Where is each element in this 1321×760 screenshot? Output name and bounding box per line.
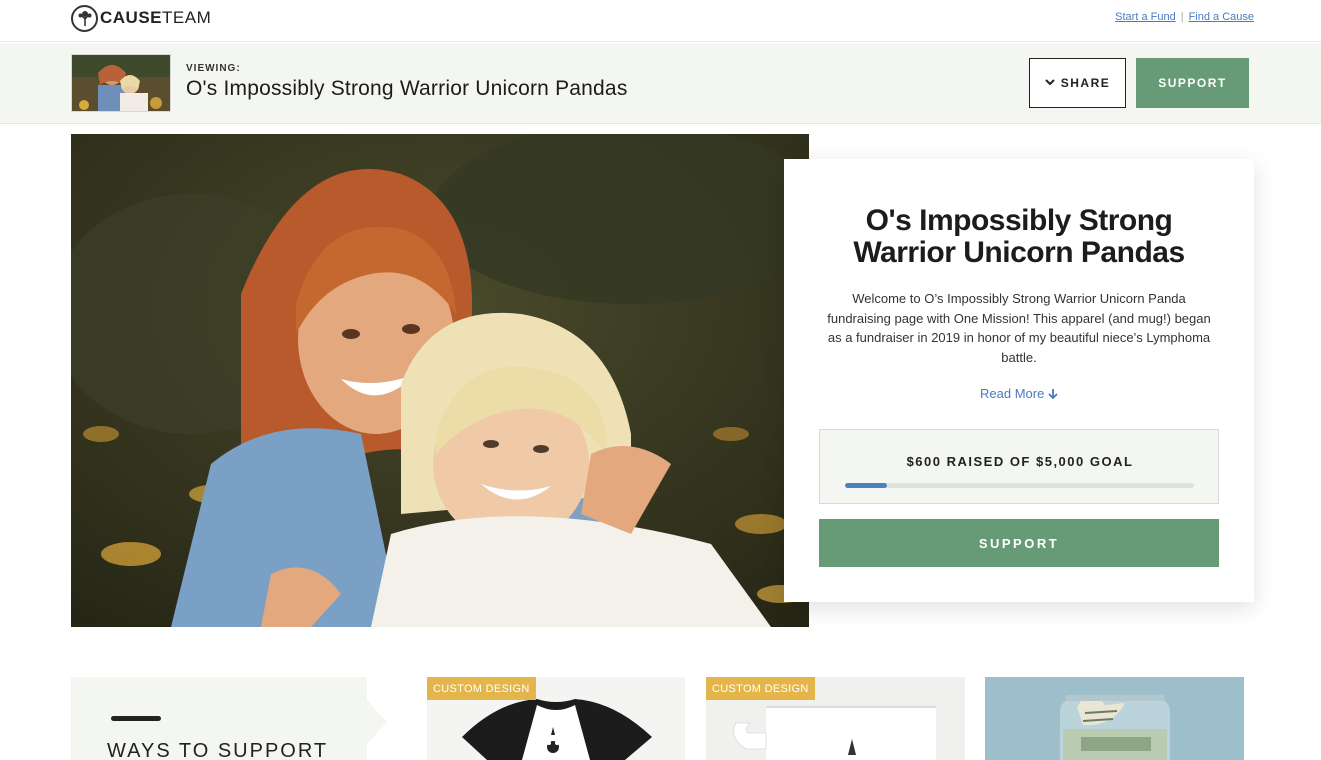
top-header: CAUSETEAM Start a Fund | Find a Cause	[0, 0, 1321, 42]
product-tile-shirt[interactable]: CUSTOM DESIGN	[427, 677, 685, 760]
campaign-title: O's Impossibly Strong Warrior Unicorn Pa…	[853, 204, 1185, 269]
campaign-card: O's Impossibly Strong Warrior Unicorn Pa…	[784, 159, 1254, 602]
campaign-thumbnail	[71, 54, 171, 112]
goal-progress-fill	[845, 483, 887, 488]
donation-tile-jar[interactable]	[985, 677, 1244, 760]
link-separator: |	[1180, 11, 1184, 23]
hero-photo	[71, 134, 809, 627]
ways-to-support-panel: WAYS TO SUPPORT	[71, 677, 367, 760]
ways-to-support-title: WAYS TO SUPPORT	[107, 740, 329, 760]
header-support-button[interactable]: SUPPORT	[1136, 58, 1249, 108]
product-tile-mug[interactable]: CUSTOM DESIGN	[706, 677, 965, 760]
share-button[interactable]: SHARE	[1029, 58, 1126, 108]
custom-design-badge: CUSTOM DESIGN	[706, 677, 815, 700]
support-button[interactable]: SUPPORT	[819, 519, 1219, 567]
viewing-bar: VIEWING: O's Impossibly Strong Warrior U…	[0, 43, 1321, 124]
share-label: SHARE	[1060, 76, 1111, 90]
goal-text: $600 RAISED OF $5,000 GOAL	[906, 454, 1134, 469]
find-cause-link[interactable]: Find a Cause	[1189, 11, 1254, 23]
viewing-label: VIEWING:	[186, 63, 241, 74]
start-fund-link[interactable]: Start a Fund	[1115, 11, 1176, 23]
custom-design-badge: CUSTOM DESIGN	[427, 677, 536, 700]
read-more-link[interactable]: Read More	[819, 386, 1219, 401]
causeteam-logo[interactable]: CAUSETEAM	[71, 4, 211, 32]
arrow-down-icon	[1048, 386, 1058, 401]
brand-name: CAUSETEAM	[100, 8, 212, 27]
brush-dash-decoration	[111, 716, 161, 721]
ways-panel-arrow	[367, 700, 387, 744]
top-links: Start a Fund | Find a Cause	[1115, 11, 1254, 23]
goal-progress-bar	[845, 483, 1194, 488]
money-jar-image	[985, 677, 1244, 760]
tree-logo-icon	[71, 4, 98, 32]
goal-box: $600 RAISED OF $5,000 GOAL	[819, 429, 1219, 504]
campaign-description: Welcome to O’s Impossibly Strong Warrior…	[827, 291, 1211, 365]
viewing-title: O's Impossibly Strong Warrior Unicorn Pa…	[186, 77, 628, 100]
read-more-label: Read More	[980, 386, 1045, 401]
chevron-down-icon	[1045, 78, 1055, 89]
